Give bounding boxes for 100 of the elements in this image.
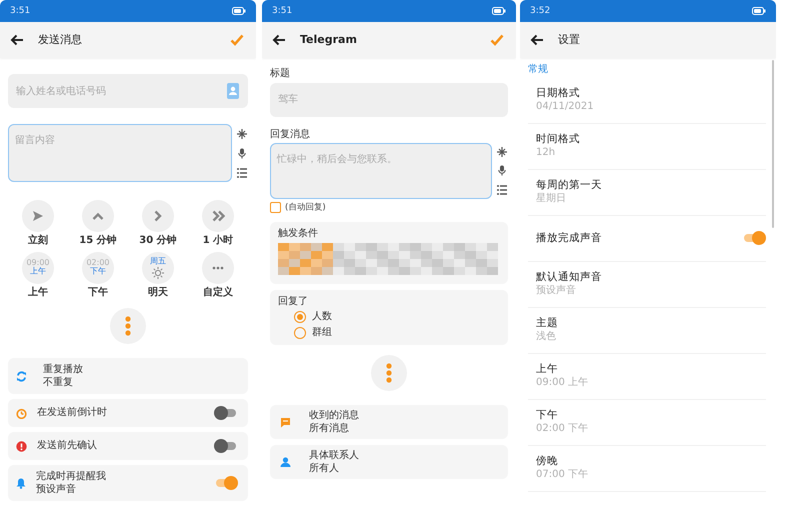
status-time: 3:51	[272, 6, 292, 16]
status-time: 3:52	[530, 6, 550, 16]
toggle-switch[interactable]	[214, 439, 238, 453]
more-vertical-icon	[125, 316, 131, 336]
setting-title: 主题	[536, 317, 559, 330]
option-title: 在发送前倒计时	[37, 407, 108, 419]
filter-card[interactable]: 收到的消息 所有消息	[270, 405, 508, 439]
field-label: 回复消息	[270, 128, 311, 140]
quick-time-button[interactable]: 02:00 下午	[82, 252, 114, 284]
quick-time-button[interactable]	[82, 200, 114, 232]
section-header: 常规	[527, 62, 549, 77]
setting-title: 每周的第一天	[536, 179, 603, 192]
quick-time-button[interactable]	[202, 200, 234, 232]
settings-item[interactable]: 主题 浅色	[528, 308, 766, 354]
more-button[interactable]	[110, 308, 146, 344]
field-label: 标题	[270, 68, 291, 80]
bell-icon	[16, 478, 26, 488]
confirm-check-icon[interactable]	[490, 34, 504, 46]
quick-time-button[interactable]: 周五	[142, 252, 174, 284]
send-icon	[32, 210, 44, 222]
back-icon[interactable]	[10, 34, 24, 46]
option-card[interactable]: 完成时再提醒我 预设声音	[8, 465, 248, 501]
list-icon[interactable]	[497, 184, 507, 195]
reply-field[interactable]: 忙碌中，稍后会与您联系。	[270, 143, 492, 199]
quick-time-button[interactable]: 09:00 上午	[22, 252, 54, 284]
sun-icon	[152, 266, 164, 278]
quick-time-label: 明天	[148, 286, 168, 298]
card-title: 回复了	[278, 296, 309, 307]
quick-time-label: 15 分钟	[79, 235, 117, 246]
back-icon[interactable]	[272, 34, 286, 46]
list-icon[interactable]	[237, 168, 247, 178]
filter-value: 所有消息	[309, 422, 350, 434]
option-title: 重复播放	[43, 364, 84, 376]
settings-item[interactable]: 默认通知声音 预设声音	[528, 262, 766, 308]
quick-time-label: 自定义	[203, 286, 233, 298]
filter-title: 收到的消息	[309, 410, 360, 422]
option-title: 发送前先确认	[37, 440, 98, 452]
settings-item[interactable]: 傍晚 07:00 下午	[528, 446, 766, 492]
settings-item[interactable]: 每周的第一天 星期日	[528, 170, 766, 216]
recipient-field[interactable]: 输入姓名或电话号码	[8, 74, 248, 108]
microphone-icon[interactable]	[498, 165, 506, 176]
card-title: 触发条件	[278, 228, 319, 239]
option-title: 完成时再提醒我	[36, 471, 107, 482]
radio-button[interactable]	[294, 311, 306, 323]
quick-time-button[interactable]	[142, 200, 174, 232]
quick-time-label: 立刻	[28, 235, 48, 246]
setting-title: 播放完成声音	[536, 232, 603, 244]
setting-value: 09:00 上午	[536, 377, 589, 389]
chevron-right-icon	[154, 210, 162, 222]
microphone-icon[interactable]	[238, 148, 246, 158]
chevron-up-icon	[92, 212, 104, 220]
option-subtitle: 预设声音	[36, 484, 77, 495]
setting-value: 07:00 下午	[536, 469, 589, 481]
contact-icon[interactable]	[227, 83, 239, 99]
toggle-switch[interactable]	[214, 406, 238, 420]
message-field[interactable]: 留言内容	[8, 124, 232, 182]
settings-item[interactable]: 时间格式 12h	[528, 124, 766, 170]
battery-icon	[492, 7, 506, 15]
quick-time-button[interactable]	[22, 200, 54, 232]
setting-title: 傍晚	[536, 455, 559, 468]
settings-item[interactable]: 上午 09:00 上午	[528, 354, 766, 400]
toggle-switch[interactable]	[742, 231, 766, 245]
radio-button[interactable]	[294, 327, 306, 339]
settings-item[interactable]: 播放完成声音	[528, 216, 766, 262]
quick-time-label: 下午	[88, 286, 108, 298]
option-card[interactable]: 在发送前倒计时	[8, 399, 248, 427]
confirm-check-icon[interactable]	[230, 34, 244, 46]
radio-label: 群组	[312, 327, 332, 339]
scrollbar[interactable]	[772, 60, 774, 228]
checkbox-label: (自动回复)	[285, 202, 326, 213]
setting-value: 12h	[536, 147, 556, 159]
screen-title: Telegram	[300, 34, 358, 46]
filter-card[interactable]: 具体联系人 所有人	[270, 445, 508, 479]
screen-title: 发送消息	[38, 34, 83, 46]
more-horizontal-icon	[212, 266, 224, 270]
person-icon	[280, 457, 291, 467]
status-time: 3:51	[10, 6, 30, 16]
title-field[interactable]: 驾车	[270, 82, 508, 116]
setting-value: 星期日	[536, 193, 567, 205]
filter-value: 所有人	[309, 462, 340, 474]
checkbox[interactable]	[270, 202, 281, 214]
quick-time-label: 1 小时	[202, 235, 234, 246]
option-card[interactable]: 重复播放 不重复	[8, 358, 248, 394]
trigger-card[interactable]: 触发条件	[270, 222, 508, 284]
radio-label: 人数	[312, 311, 332, 323]
setting-value: 预设声音	[536, 285, 577, 297]
quick-time-label: 30 分钟	[139, 235, 177, 246]
settings-item[interactable]: 日期格式 04/11/2021	[528, 78, 766, 124]
quick-time-label: 上午	[28, 286, 48, 298]
setting-title: 下午	[536, 409, 559, 422]
more-button[interactable]	[371, 355, 407, 391]
filter-title: 具体联系人	[309, 450, 360, 462]
back-icon[interactable]	[530, 34, 544, 46]
sparkle-icon[interactable]	[497, 147, 507, 158]
option-card[interactable]: 发送前先确认	[8, 432, 248, 460]
settings-item[interactable]: 下午 02:00 下午	[528, 400, 766, 446]
double-chevron-icon	[212, 210, 224, 222]
option-subtitle: 不重复	[43, 376, 74, 388]
sparkle-icon[interactable]	[237, 128, 247, 138]
toggle-switch[interactable]	[214, 476, 238, 490]
